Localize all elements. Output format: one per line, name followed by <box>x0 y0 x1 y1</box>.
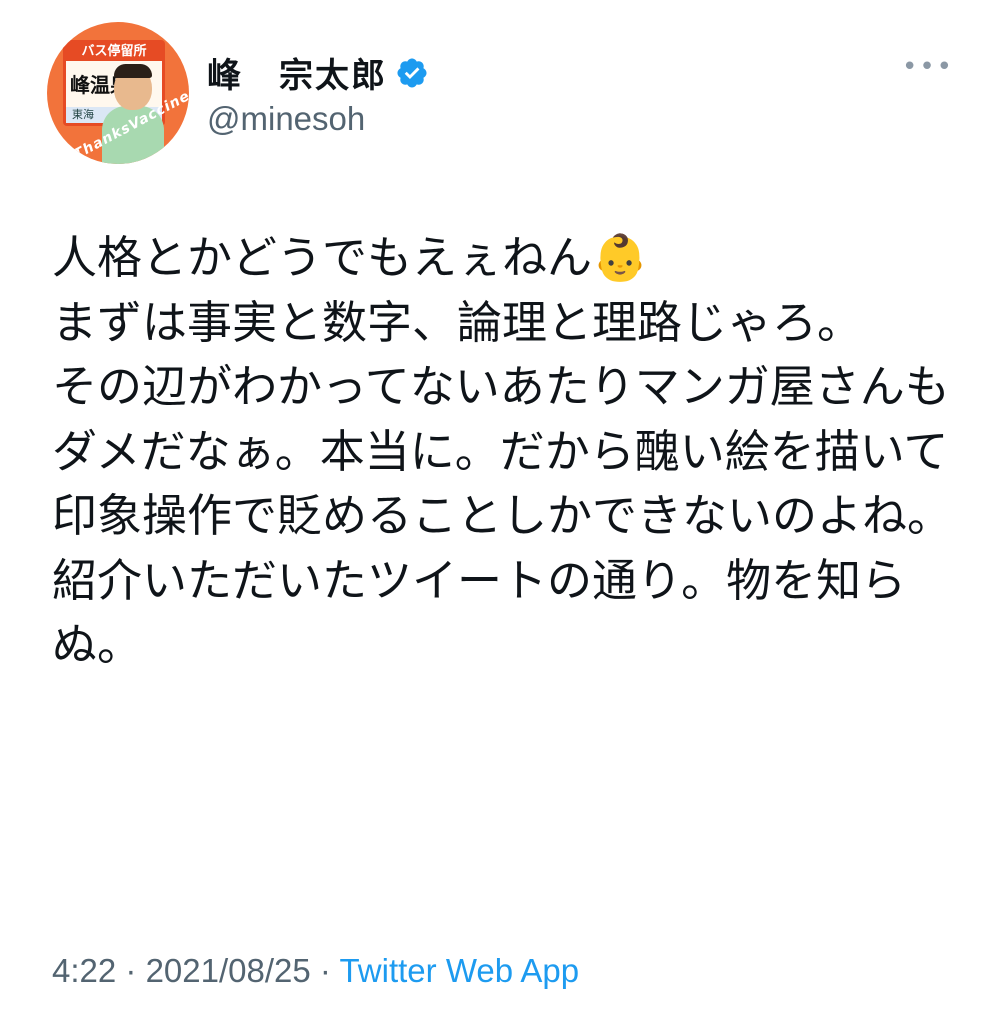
meta-separator: · <box>116 952 146 989</box>
name-row: 峰 宗太郎 <box>207 48 429 97</box>
user-handle[interactable]: @minesoh <box>207 100 365 138</box>
tweet-source-link[interactable]: Twitter Web App <box>339 952 579 989</box>
tweet-text: 人格とかどうでもえぇねん👶 まずは事実と数字、論理と理路じゃろ。 その辺がわかっ… <box>52 231 953 671</box>
tweet-meta: 4:22 · 2021/08/25 · Twitter Web App <box>52 952 579 990</box>
more-icon[interactable]: ••• <box>902 52 954 82</box>
tweet-header: バス停留所 峰温泉 東海 #ThanksVaccine 峰 宗太郎 @mines… <box>47 22 954 164</box>
avatar-sign-top: バス停留所 <box>66 43 162 61</box>
display-name[interactable]: 峰 宗太郎 <box>207 48 387 97</box>
verified-badge-icon <box>397 57 427 88</box>
avatar[interactable]: バス停留所 峰温泉 東海 #ThanksVaccine <box>47 22 189 164</box>
meta-separator: · <box>310 952 340 989</box>
tweet-date[interactable]: 2021/08/25 <box>146 952 311 989</box>
tweet-time[interactable]: 4:22 <box>52 952 116 989</box>
